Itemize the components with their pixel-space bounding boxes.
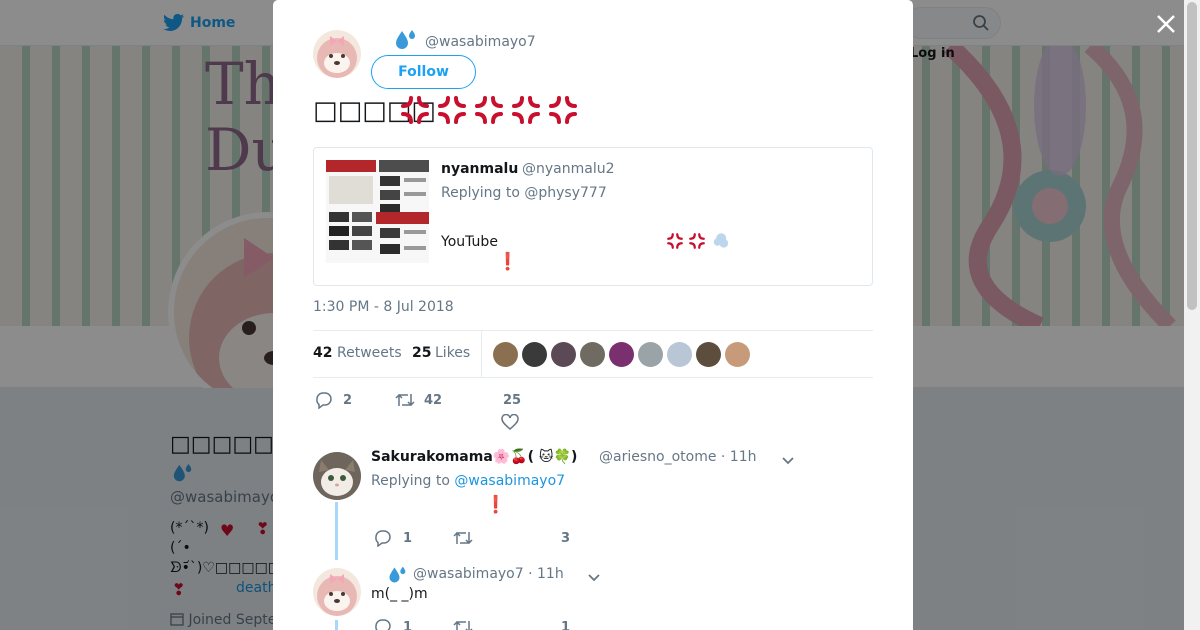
anger-icon xyxy=(689,233,705,249)
reply-icon[interactable] xyxy=(315,391,333,409)
likes-label[interactable]: Likes xyxy=(435,345,470,361)
thread-connector xyxy=(335,620,338,630)
sweat-drop-icon xyxy=(389,566,406,583)
exclamation-icon: ❗ xyxy=(485,495,507,515)
like-action-count[interactable]: 3 xyxy=(561,531,570,546)
reply-author-avatar[interactable] xyxy=(313,452,361,500)
liker-avatar[interactable] xyxy=(696,342,721,367)
liker-avatar[interactable] xyxy=(580,342,605,367)
tweet-actions: 2 42 25 xyxy=(313,388,873,436)
author-avatar[interactable] xyxy=(313,30,361,78)
exclamation-icon: ❗ xyxy=(497,252,519,272)
like-count[interactable]: 25 xyxy=(412,345,431,361)
sweat-drop-icon xyxy=(396,30,415,49)
chevron-down-icon[interactable] xyxy=(780,452,796,468)
retweet-count[interactable]: 42 xyxy=(313,345,332,361)
retweets-label[interactable]: Retweets xyxy=(337,345,402,361)
reply-count[interactable]: 2 xyxy=(343,393,352,408)
reply-time[interactable]: · 11h xyxy=(721,449,757,465)
quoted-replying-to: Replying to @physy777 xyxy=(441,185,607,201)
reply-author-avatar[interactable] xyxy=(313,568,361,616)
reply-author-handle[interactable]: @ariesno_otome · 11h xyxy=(599,449,757,465)
follow-button[interactable]: Follow xyxy=(371,55,476,89)
retweet-action-count[interactable]: 42 xyxy=(424,393,442,408)
liker-avatar[interactable] xyxy=(725,342,750,367)
quoted-tweet-thumbnail[interactable] xyxy=(326,160,429,263)
quoted-author-handle[interactable]: @nyanmalu2 xyxy=(522,161,615,177)
replying-prefix: Replying to xyxy=(371,473,455,489)
liker-avatar[interactable] xyxy=(493,342,518,367)
bear-avatar-icon xyxy=(317,574,357,616)
anger-icon xyxy=(401,96,429,124)
reply-icon[interactable] xyxy=(374,618,392,630)
thread-connector xyxy=(335,502,338,560)
tweet-permalink-modal: @wasabimayo7 Follow □□□□□ nyanmalu @nyan… xyxy=(273,0,913,630)
dash-icon xyxy=(713,233,729,248)
anger-icon xyxy=(549,96,577,124)
heart-icon[interactable] xyxy=(501,414,519,431)
liker-avatar[interactable] xyxy=(609,342,634,367)
liker-avatar[interactable] xyxy=(667,342,692,367)
quoted-tweet[interactable]: nyanmalu @nyanmalu2 Replying to @physy77… xyxy=(313,147,873,286)
reply-handle-text[interactable]: @ariesno_otome xyxy=(599,449,716,465)
liker-avatar[interactable] xyxy=(522,342,547,367)
tweet-stats: 42 Retweets 25 Likes xyxy=(313,330,873,378)
cat-avatar-icon xyxy=(313,452,361,500)
anger-icon xyxy=(512,96,540,124)
retweet-icon[interactable] xyxy=(395,391,415,409)
tweet-timestamp[interactable]: 1:30 PM - 8 Jul 2018 xyxy=(313,299,454,315)
reply-handle-text[interactable]: @wasabimayo7 xyxy=(413,566,524,582)
replying-to-link[interactable]: @wasabimayo7 xyxy=(454,473,565,489)
stats-divider xyxy=(481,331,482,377)
scrollbar-thumb[interactable] xyxy=(1187,2,1197,310)
like-action-count[interactable]: 1 xyxy=(561,620,570,630)
anger-icon xyxy=(475,96,503,124)
reply-icon[interactable] xyxy=(374,529,392,547)
reply-text: m(_ _)m xyxy=(371,586,428,602)
reply-tweet[interactable]: @wasabimayo7 · 11h m(_ _)m 1 1 xyxy=(273,560,913,630)
anger-icon xyxy=(438,96,466,124)
bear-avatar-icon xyxy=(317,36,357,78)
liker-avatar[interactable] xyxy=(551,342,576,367)
reply-tweet[interactable]: Sakurakomama🌸🍒( 🐱🍀) @ariesno_otome · 11h… xyxy=(273,440,913,560)
reply-count[interactable]: 1 xyxy=(403,531,412,546)
youtube-screenshot-image xyxy=(326,160,429,263)
retweet-icon[interactable] xyxy=(453,618,473,630)
anger-icon xyxy=(667,233,683,249)
reply-count[interactable]: 1 xyxy=(403,620,412,630)
reply-author-handle[interactable]: @wasabimayo7 · 11h xyxy=(413,566,564,582)
chevron-down-icon[interactable] xyxy=(586,569,602,585)
quoted-author-name[interactable]: nyanmalu xyxy=(441,161,518,177)
reply-replying-to: Replying to @wasabimayo7 xyxy=(371,473,565,489)
reply-author-name[interactable]: Sakurakomama🌸🍒( 🐱🍀) xyxy=(371,449,577,465)
quoted-tweet-text: YouTube xyxy=(441,234,498,250)
author-handle[interactable]: @wasabimayo7 xyxy=(425,34,536,50)
reply-time[interactable]: · 11h xyxy=(528,566,564,582)
close-icon[interactable] xyxy=(1152,10,1180,38)
like-action-count[interactable]: 25 xyxy=(503,393,521,408)
liker-avatar[interactable] xyxy=(638,342,663,367)
retweet-icon[interactable] xyxy=(453,529,473,547)
